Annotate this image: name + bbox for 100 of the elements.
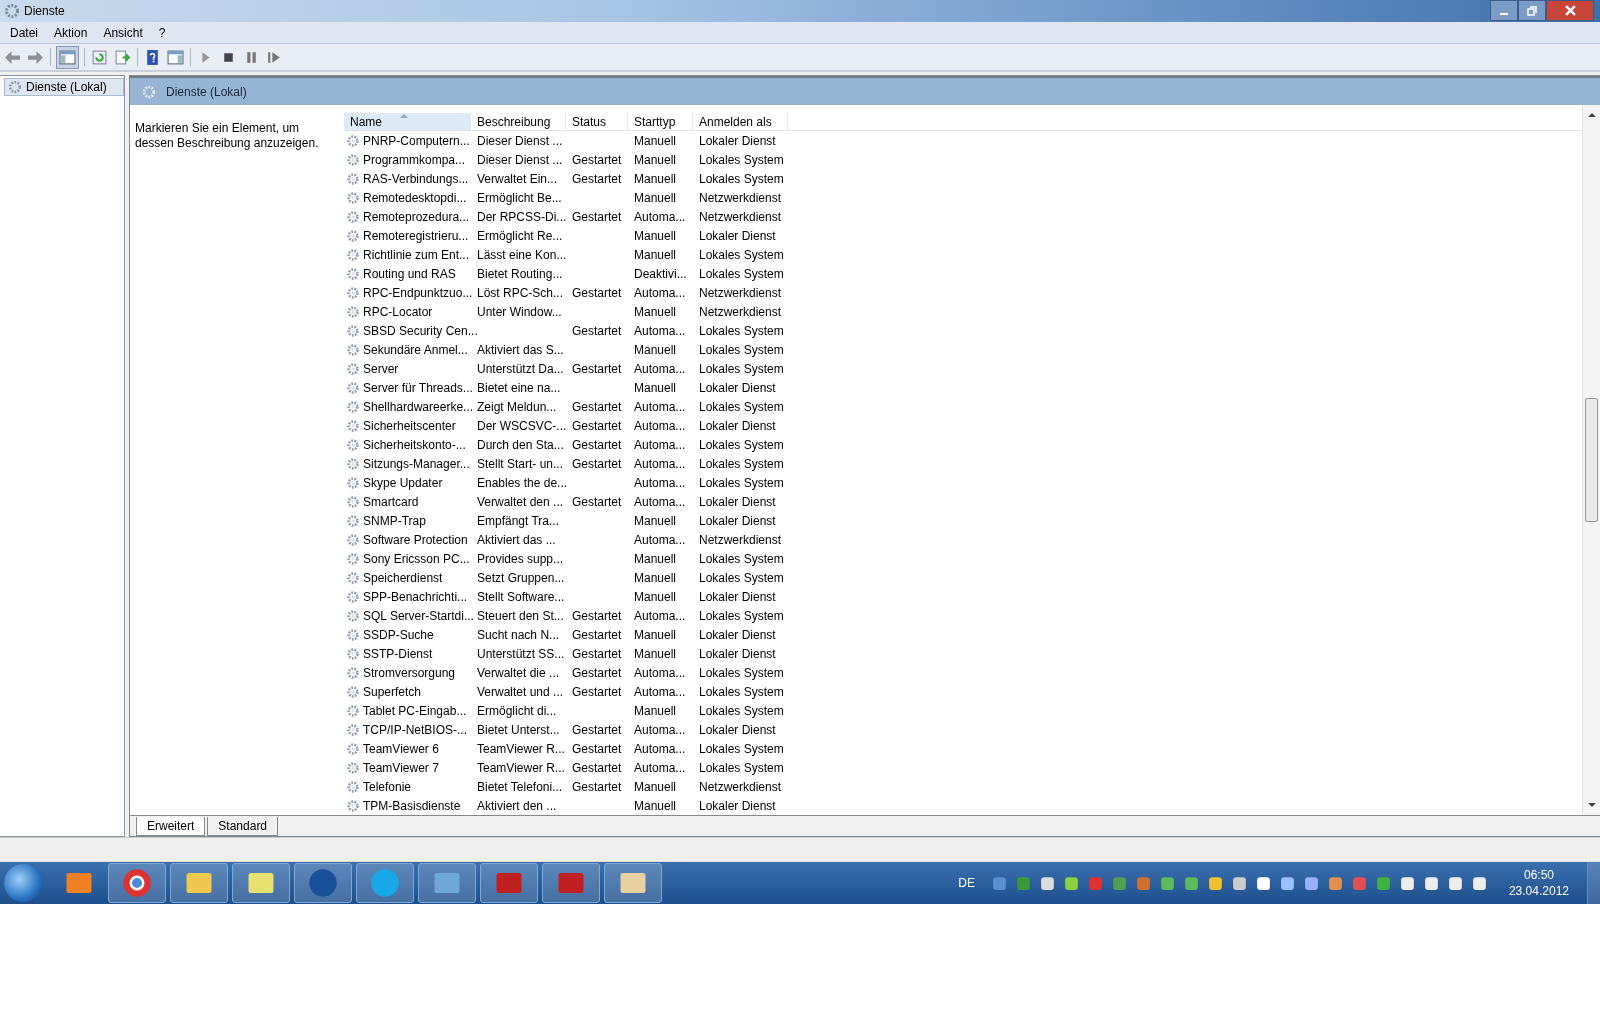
table-cell: Lokales System <box>699 551 784 566</box>
table-cell: Empfängt Tra... <box>477 513 560 528</box>
minimize-button[interactable] <box>1490 0 1518 21</box>
description-text: Markieren Sie ein Element, um dessen Beschreibung anzuzeigen. <box>134 120 320 152</box>
table-cell: Manuell <box>634 380 677 395</box>
table-cell: Aktiviert das ... <box>477 532 556 547</box>
column-header[interactable]: Beschreibung <box>471 113 566 130</box>
table-cell: Netzwerkdienst <box>699 779 782 794</box>
table-cell: Automa... <box>634 665 686 680</box>
table-cell: Smartcard <box>363 494 419 509</box>
tray-icon[interactable] <box>1158 874 1176 892</box>
table-cell: Telefonie <box>363 779 412 794</box>
tree-item[interactable]: Dienste (Lokal) <box>4 78 124 96</box>
table-cell: Server für Threads... <box>363 380 473 395</box>
tray-icon[interactable] <box>1182 874 1200 892</box>
refresh-icon[interactable] <box>91 48 108 66</box>
table-cell: Server <box>363 361 399 376</box>
gear-icon <box>346 779 360 794</box>
table-cell: Bietet Unterst... <box>477 722 560 737</box>
view-tab[interactable]: Erweitert <box>136 817 206 836</box>
tray-icon[interactable] <box>1446 874 1464 892</box>
table-cell: Lokales System <box>699 665 784 680</box>
gear-icon <box>346 570 360 585</box>
table-cell: Lokaler Dienst <box>699 646 776 661</box>
gear-icon <box>346 646 360 661</box>
clock[interactable]: 06:50 23.04.2012 <box>1508 867 1569 899</box>
table-cell: Gestartet <box>572 456 622 471</box>
table-cell: Steuert den St... <box>477 608 564 623</box>
table-cell: Programmkompa... <box>363 152 466 167</box>
view-tab[interactable]: Standard <box>207 817 279 836</box>
gear-icon <box>8 80 22 94</box>
table-cell: Automa... <box>634 399 686 414</box>
table-cell: Shellhardwareerke... <box>363 399 474 414</box>
table-cell: TCP/IP-NetBIOS-... <box>363 722 467 737</box>
menu-item[interactable]: Aktion <box>46 25 96 40</box>
table-cell: Bietet eine na... <box>477 380 561 395</box>
tray-icon[interactable] <box>1038 874 1056 892</box>
column-header[interactable]: Status <box>566 113 628 130</box>
table-cell: Lokales System <box>699 266 784 281</box>
gear-icon <box>346 133 360 148</box>
table-cell: Gestartet <box>572 285 622 300</box>
table-cell: Bietet Telefoni... <box>477 779 563 794</box>
column-header[interactable]: Anmelden als <box>693 113 788 130</box>
table-cell: Lokales System <box>699 342 784 357</box>
export-list-icon[interactable] <box>114 48 131 66</box>
table-cell: Routing und RAS <box>363 266 456 281</box>
close-button[interactable] <box>1546 0 1594 21</box>
table-cell: Gestartet <box>572 722 622 737</box>
scroll-down-icon[interactable] <box>1587 803 1596 807</box>
table-cell: Der WSCSVC-... <box>477 418 567 433</box>
gear-icon <box>346 209 360 224</box>
table-cell: SPP-Benachrichti... <box>363 589 468 604</box>
tray-icon[interactable] <box>1230 874 1248 892</box>
language-indicator[interactable]: DE <box>958 876 975 890</box>
gear-icon <box>346 760 360 775</box>
table-cell: Stromversorgung <box>363 665 456 680</box>
menu-item[interactable]: Datei <box>2 25 46 40</box>
column-header[interactable]: Starttyp <box>628 113 693 130</box>
tray-icon[interactable] <box>1278 874 1296 892</box>
tray-icon[interactable] <box>1470 874 1488 892</box>
console-tree-icon[interactable] <box>57 46 78 68</box>
table-cell: Gestartet <box>572 437 622 452</box>
table-cell: TeamViewer 7 <box>363 760 439 775</box>
gear-icon <box>346 741 360 756</box>
restore-button[interactable] <box>1518 0 1546 21</box>
action-pane-icon[interactable] <box>167 48 184 66</box>
gear-icon <box>346 437 360 452</box>
table-cell: SNMP-Trap <box>363 513 426 528</box>
table-cell: Manuell <box>634 570 677 585</box>
table-cell: Der RPCSS-Di... <box>477 209 567 224</box>
table-cell: Gestartet <box>572 152 622 167</box>
column-header[interactable]: Name <box>344 113 471 130</box>
table-cell: Durch den Sta... <box>477 437 564 452</box>
table-cell: Lokaler Dienst <box>699 589 776 604</box>
table-cell: Automa... <box>634 437 686 452</box>
table-cell: Enables the de... <box>477 475 568 490</box>
menu-item[interactable]: Ansicht <box>95 25 151 40</box>
scroll-thumb[interactable] <box>1585 398 1598 522</box>
table-cell: TeamViewer 6 <box>363 741 439 756</box>
start-button[interactable] <box>4 864 42 902</box>
table-cell: Automa... <box>634 209 686 224</box>
table-cell: Manuell <box>634 152 677 167</box>
scrollbar[interactable] <box>1582 105 1600 815</box>
tray-icon[interactable] <box>1302 874 1320 892</box>
table-cell: Remoteregistrieru... <box>363 228 469 243</box>
tray-icon[interactable] <box>1062 874 1080 892</box>
table-cell: Remoteprozedura... <box>363 209 470 224</box>
tray-icon[interactable] <box>1254 874 1272 892</box>
tray-icon[interactable] <box>1206 874 1224 892</box>
table-cell: Lokaler Dienst <box>699 513 776 528</box>
tray-icon[interactable] <box>1422 874 1440 892</box>
table-cell: Gestartet <box>572 627 622 642</box>
help-icon[interactable] <box>144 48 161 66</box>
gear-icon <box>346 285 360 300</box>
tray-icon[interactable] <box>1398 874 1416 892</box>
scroll-up-icon[interactable] <box>1587 113 1596 117</box>
menu-item[interactable]: ? <box>150 25 174 40</box>
table-cell: Gestartet <box>572 665 622 680</box>
table-cell: SBSD Security Cen... <box>363 323 478 338</box>
table-cell: Verwaltet die ... <box>477 665 560 680</box>
